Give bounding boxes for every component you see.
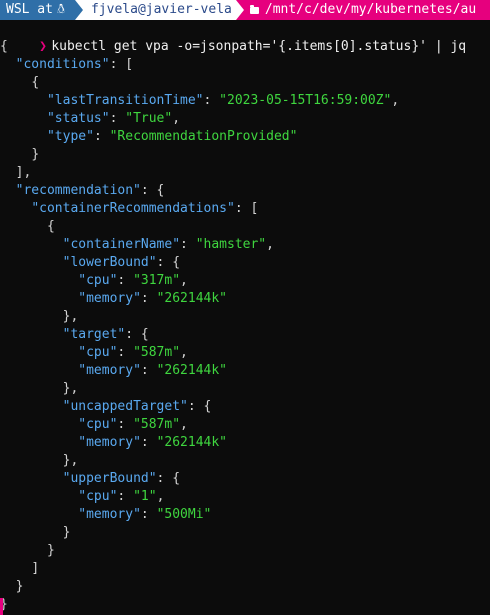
prompt-path-segment: /mnt/c/dev/my/kubernetes/au (243, 0, 490, 20)
prompt-path: /mnt/c/dev/my/kubernetes/au (264, 2, 477, 17)
json-line: "recommendation": { (15, 183, 165, 198)
terminal-window[interactable]: WSL at 🐧︎ fjvela@javier-vela /mnt/c/dev/… (0, 0, 490, 615)
json-line: "lowerBound": { (62, 255, 181, 270)
json-line: "conditions": [ (15, 57, 134, 72)
json-line: "containerName": "hamster", (62, 237, 274, 252)
folder-icon (249, 4, 259, 14)
json-output: { "conditions": [ { "lastTransitionTime"… (0, 38, 490, 614)
json-line: ], (15, 165, 32, 180)
terminal-cursor (0, 598, 3, 615)
json-line: "memory": "500Mi" (78, 507, 212, 522)
json-line: } (46, 543, 55, 558)
json-line: "upperBound": { (62, 471, 181, 486)
penguin-icon: 🐧︎ (56, 2, 65, 17)
json-line: "cpu": "317m", (78, 273, 188, 288)
json-line: }, (62, 381, 79, 396)
json-line: "memory": "262144k" (78, 363, 228, 378)
prompt-user-segment: fjvela@javier-vela (82, 0, 236, 20)
json-line: "cpu": "587m", (78, 417, 188, 432)
json-line: } (31, 147, 40, 162)
prompt-os-label: WSL at (6, 2, 53, 17)
prompt-separator (235, 0, 244, 20)
json-line: { (0, 39, 8, 54)
json-line: "lastTransitionTime": "2023-05-15T16:59:… (46, 93, 400, 108)
json-line: "memory": "262144k" (78, 291, 228, 306)
prompt-user-host: fjvela@javier-vela (90, 2, 232, 17)
json-line: ] (31, 561, 40, 576)
json-line: "cpu": "587m", (78, 345, 188, 360)
json-line: "target": { (62, 327, 149, 342)
json-line: } (15, 579, 24, 594)
json-line: { (46, 219, 55, 234)
json-line: } (0, 597, 8, 612)
prompt-separator (74, 0, 83, 20)
json-line: { (31, 75, 40, 90)
prompt-os-segment: WSL at 🐧︎ (0, 0, 75, 20)
json-line: "status": "True", (46, 111, 181, 126)
prompt-line: WSL at 🐧︎ fjvela@javier-vela /mnt/c/dev/… (0, 0, 490, 20)
json-line: "memory": "262144k" (78, 435, 228, 450)
json-line: } (62, 525, 71, 540)
json-line: "uncappedTarget": { (62, 399, 212, 414)
json-line: "cpu": "1", (78, 489, 165, 504)
json-line: }, (62, 309, 79, 324)
command-line[interactable]: ❯ kubectl get vpa -o=jsonpath='{.items[0]… (0, 20, 466, 54)
json-line: }, (62, 453, 79, 468)
json-line: "containerRecommendations": [ (31, 201, 259, 216)
json-line: "type": "RecommendationProvided" (46, 129, 298, 144)
